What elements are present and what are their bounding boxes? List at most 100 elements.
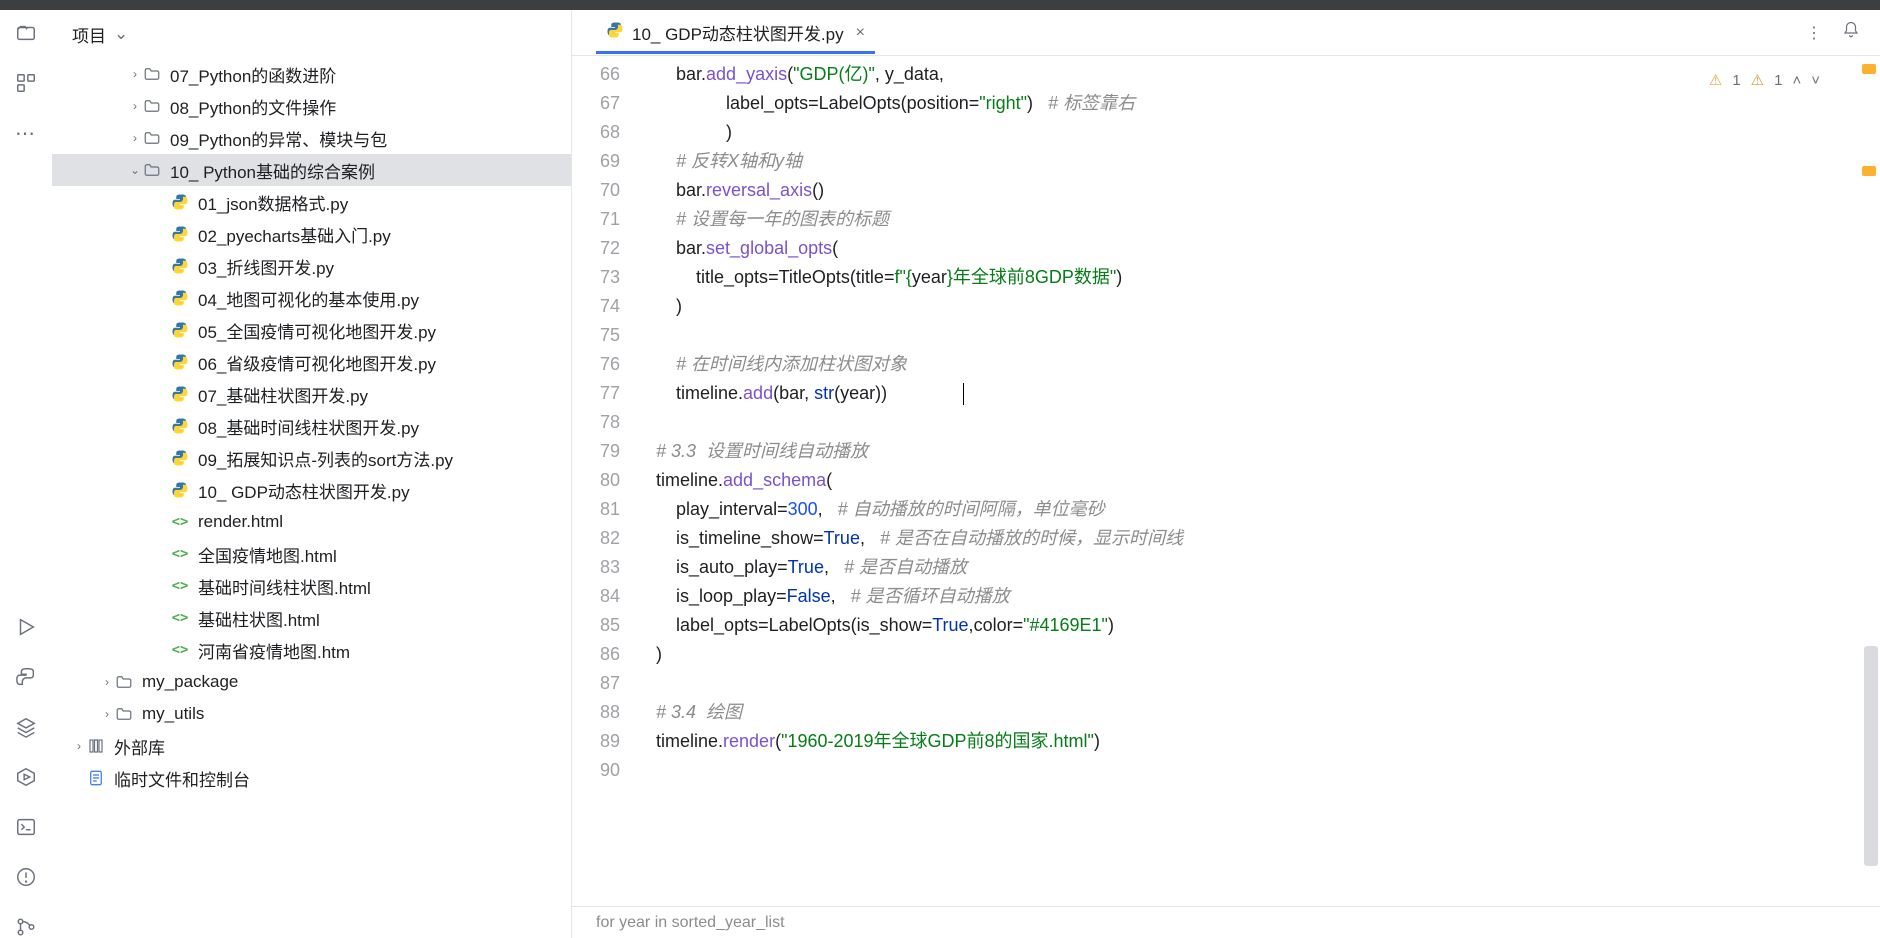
html-file-icon: <>	[170, 640, 190, 660]
tree-item-label: 10_ Python基础的综合案例	[170, 158, 375, 183]
tree-item[interactable]: ›my_utils	[52, 698, 571, 730]
tree-item-label: 外部库	[114, 734, 165, 759]
tree-item[interactable]: › my_package	[52, 666, 571, 698]
marker-stripe[interactable]	[1862, 64, 1876, 74]
code-editor[interactable]: 6667686970717273747576777879808182838485…	[572, 56, 1880, 906]
tree-item-label: 10_ GDP动态柱状图开发.py	[198, 478, 410, 503]
python-file-icon	[170, 224, 190, 244]
tree-item-label: 临时文件和控制台	[114, 766, 250, 791]
tree-item-label: 08_基础时间线柱状图开发.py	[198, 414, 419, 439]
html-file-icon: <>	[170, 608, 190, 628]
tree-arrow-icon: ›	[128, 67, 142, 81]
marker-stripe[interactable]	[1862, 166, 1876, 176]
tree-item[interactable]: 07_基础柱状图开发.py	[52, 378, 571, 410]
folder-icon	[142, 96, 162, 116]
tree-item-label: 08_Python的文件操作	[170, 94, 336, 119]
tab-menu-icon[interactable]: ⋮	[1806, 23, 1822, 43]
more-icon[interactable]: ⋯	[15, 122, 37, 144]
terminal-icon[interactable]	[15, 816, 37, 838]
tree-item[interactable]: 03_折线图开发.py	[52, 250, 571, 282]
tree-item-label: 05_全国疫情可视化地图开发.py	[198, 318, 436, 343]
run-icon[interactable]	[15, 616, 37, 638]
tree-item[interactable]: 10_ GDP动态柱状图开发.py	[52, 474, 571, 506]
scratch-icon	[86, 768, 106, 788]
tree-item-label: 河南省疫情地图.htm	[198, 638, 350, 663]
tree-item-label: render.html	[198, 512, 283, 532]
breadcrumb-text: for year in sorted_year_list	[596, 914, 785, 932]
tree-item-label: 全国疫情地图.html	[198, 542, 337, 567]
tree-arrow-icon: ›	[100, 675, 114, 689]
chevron-up-icon[interactable]: ˄	[1792, 66, 1801, 95]
tree-arrow-icon: ›	[128, 99, 142, 113]
tree-item-label: my_package	[142, 672, 238, 692]
tree-item[interactable]: <> 基础柱状图.html	[52, 602, 571, 634]
tree-item[interactable]: <>全国疫情地图.html	[52, 538, 571, 570]
editor-tabs: 10_ GDP动态柱状图开发.py × ⋮	[572, 10, 1880, 56]
scrollbar-thumb[interactable]	[1864, 646, 1878, 866]
tree-item[interactable]: <> 河南省疫情地图.htm	[52, 634, 571, 666]
close-icon[interactable]: ×	[856, 24, 865, 42]
tree-item[interactable]: 01_json数据格式.py	[52, 186, 571, 218]
vcs-icon[interactable]	[15, 916, 37, 938]
tree-item[interactable]: › 07_Python的函数进阶	[52, 58, 571, 90]
tab-label: 10_ GDP动态柱状图开发.py	[632, 20, 844, 45]
tree-item-label: 07_Python的函数进阶	[170, 62, 336, 87]
tree-item[interactable]: 临时文件和控制台	[52, 762, 571, 794]
layers-icon[interactable]	[15, 716, 37, 738]
python-file-icon	[170, 448, 190, 468]
python-file-icon	[170, 288, 190, 308]
python-file-icon	[170, 192, 190, 212]
tree-item-label: 基础柱状图.html	[198, 606, 320, 631]
tree-item[interactable]: 06_省级疫情可视化地图开发.py	[52, 346, 571, 378]
tree-item[interactable]: 04_地图可视化的基本使用.py	[52, 282, 571, 314]
tree-item-label: 09_拓展知识点-列表的sort方法.py	[198, 446, 453, 471]
tree-item-label: 06_省级疫情可视化地图开发.py	[198, 350, 436, 375]
tree-item[interactable]: › 08_Python的文件操作	[52, 90, 571, 122]
folder-icon[interactable]	[15, 22, 37, 44]
tree-arrow-icon: ›	[100, 707, 114, 721]
tree-item[interactable]: ›外部库	[52, 730, 571, 762]
tree-item[interactable]: ›09_Python的异常、模块与包	[52, 122, 571, 154]
tree-item[interactable]: 09_拓展知识点-列表的sort方法.py	[52, 442, 571, 474]
window-titlebar	[0, 0, 1880, 10]
tree-item-label: 04_地图可视化的基本使用.py	[198, 286, 419, 311]
tree-item[interactable]: ⌄10_ Python基础的综合案例	[52, 154, 571, 186]
tree-item[interactable]: 02_pyecharts基础入门.py	[52, 218, 571, 250]
html-file-icon: <>	[170, 512, 190, 532]
tree-item-label: 07_基础柱状图开发.py	[198, 382, 368, 407]
python-file-icon	[170, 384, 190, 404]
inspections-widget[interactable]: ⚠1 ⚠1 ˄ ˅	[1709, 66, 1820, 95]
project-tree[interactable]: › 07_Python的函数进阶 › 08_Python的文件操作 ›09_Python…	[52, 58, 571, 938]
tree-item[interactable]: 05_全国疫情可视化地图开发.py	[52, 314, 571, 346]
services-icon[interactable]	[15, 766, 37, 788]
editor-code[interactable]: bar.add_yaxis("GDP(亿)", y_data, label_op…	[636, 56, 1880, 906]
tree-arrow-icon: ›	[128, 131, 142, 145]
python-file-icon	[606, 21, 624, 44]
chevron-down-icon: ⌄	[114, 24, 128, 44]
tree-item-label: 01_json数据格式.py	[198, 190, 348, 215]
tab-current-file[interactable]: 10_ GDP动态柱状图开发.py ×	[596, 13, 875, 53]
project-panel-title: 项目	[72, 22, 106, 47]
folder-icon	[142, 64, 162, 84]
python-file-icon	[170, 480, 190, 500]
folder-icon	[142, 128, 162, 148]
chevron-down-icon[interactable]: ˅	[1811, 66, 1820, 95]
folder-icon	[114, 704, 134, 724]
tree-item[interactable]: 08_基础时间线柱状图开发.py	[52, 410, 571, 442]
python-console-icon[interactable]	[15, 666, 37, 688]
project-panel-header[interactable]: 项目 ⌄	[52, 10, 571, 58]
problems-icon[interactable]	[15, 866, 37, 888]
library-icon	[86, 736, 106, 756]
tree-item[interactable]: <>基础时间线柱状图.html	[52, 570, 571, 602]
python-file-icon	[170, 416, 190, 436]
warning-count-2: 1	[1774, 66, 1782, 95]
left-toolbar: ⋯	[0, 10, 52, 938]
folder-icon	[142, 160, 162, 180]
html-file-icon: <>	[170, 576, 190, 596]
tree-item-label: 02_pyecharts基础入门.py	[198, 222, 391, 247]
breadcrumb[interactable]: for year in sorted_year_list	[572, 906, 1880, 938]
tree-item-label: 03_折线图开发.py	[198, 254, 334, 279]
notifications-icon[interactable]	[1842, 21, 1860, 44]
tree-item[interactable]: <> render.html	[52, 506, 571, 538]
structure-icon[interactable]	[15, 72, 37, 94]
